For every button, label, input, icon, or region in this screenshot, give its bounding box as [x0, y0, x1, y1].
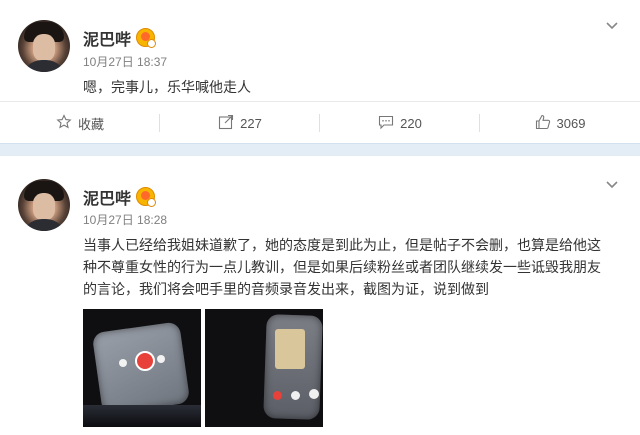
action-bar: 收藏 227 220 3069: [0, 101, 640, 144]
weibo-post-1: 泥巴哔 10月27日 18:37 嗯，完事儿，乐华喊他走人 收藏 227 220: [0, 0, 640, 143]
favorite-label: 收藏: [77, 116, 104, 132]
username[interactable]: 泥巴哔: [83, 185, 131, 209]
thumbs-up-icon: [535, 114, 551, 133]
comment-button[interactable]: 220: [320, 102, 480, 144]
post-text: 嗯，完事儿，乐华喊他走人: [83, 79, 251, 95]
comment-icon: [378, 114, 394, 133]
star-icon: [56, 113, 72, 133]
repost-icon: [218, 114, 234, 133]
post-separator: [0, 143, 640, 156]
avatar[interactable]: [18, 179, 70, 231]
post-image-1[interactable]: [83, 309, 201, 427]
post-image-2[interactable]: [205, 309, 323, 427]
like-button[interactable]: 3069: [480, 102, 640, 144]
post-time[interactable]: 10月27日 18:37: [83, 53, 167, 70]
chevron-down-icon[interactable]: [606, 179, 618, 191]
post-text: 当事人已经给我姐妹道歉了，她的态度是到此为止，但是帖子不会删，也算是给他这种不尊…: [83, 237, 601, 297]
post-time[interactable]: 10月27日 18:28: [83, 211, 167, 228]
avatar[interactable]: [18, 20, 70, 72]
favorite-button[interactable]: 收藏: [0, 102, 160, 144]
repost-button[interactable]: 227: [160, 102, 320, 144]
like-count: 3069: [556, 115, 586, 131]
verified-badge-icon: [136, 187, 156, 207]
repost-count: 227: [240, 115, 262, 131]
verified-badge-icon: [136, 28, 156, 48]
username[interactable]: 泥巴哔: [83, 26, 131, 50]
comment-count: 220: [400, 115, 422, 131]
chevron-down-icon[interactable]: [606, 20, 618, 32]
